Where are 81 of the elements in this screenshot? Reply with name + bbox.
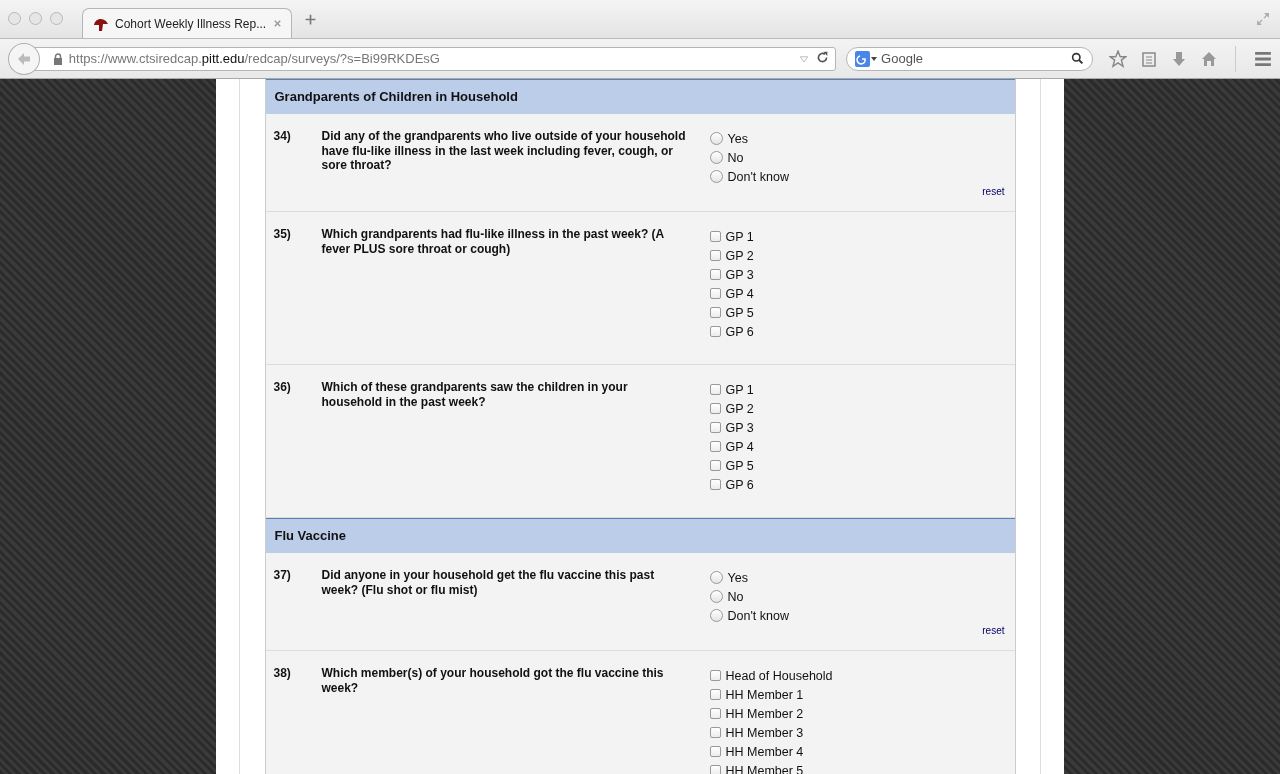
section-header: Flu Vaccine xyxy=(265,518,1015,553)
option-label: No xyxy=(727,150,744,165)
option-label: HH Member 5 xyxy=(725,763,804,774)
checkbox[interactable] xyxy=(709,384,721,395)
question-text: Which of these grandparents saw the children in your household in the past week? xyxy=(321,380,629,411)
option-label: GP 6 xyxy=(725,477,754,492)
search-icon[interactable] xyxy=(1071,52,1084,65)
reset-link[interactable]: reset xyxy=(982,186,1005,197)
radio-button[interactable] xyxy=(709,590,723,603)
checkbox[interactable] xyxy=(709,288,721,299)
checkbox[interactable] xyxy=(709,307,721,318)
option-label: GP 3 xyxy=(725,420,754,435)
checkbox[interactable] xyxy=(709,746,721,757)
question-number: 35) xyxy=(273,227,292,243)
close-window-button[interactable] xyxy=(8,12,21,25)
checkbox[interactable] xyxy=(709,479,721,490)
checkbox[interactable] xyxy=(709,727,721,738)
back-arrow-icon xyxy=(17,52,30,65)
option-label: Don't know xyxy=(727,608,789,623)
checkbox[interactable] xyxy=(709,231,721,242)
reload-icon[interactable] xyxy=(816,50,830,64)
option-label: GP 5 xyxy=(725,305,754,320)
question-number: 38) xyxy=(273,666,292,682)
option-label: Yes xyxy=(727,131,748,146)
option-label: HH Member 2 xyxy=(725,706,804,721)
option-label: GP 2 xyxy=(725,401,754,416)
question-number: 37) xyxy=(273,568,292,584)
checkbox[interactable] xyxy=(709,441,721,452)
radio-button[interactable] xyxy=(709,571,723,584)
radio-button[interactable] xyxy=(709,132,723,145)
question-number: 34) xyxy=(273,129,292,145)
question-text: Which member(s) of your household got the flu vaccine this week? xyxy=(321,666,665,697)
question-text: Which grandparents had flu-like illness in the past week? (A fever PLUS sore throat or cough) xyxy=(321,227,665,258)
browser-tab[interactable]: Cohort Weekly Illness Rep... xyxy=(82,8,292,38)
option-label: GP 3 xyxy=(725,267,754,282)
star-icon[interactable] xyxy=(1109,49,1127,68)
url-text: https://www.ctsiredcap.pitt.edu/redcap/surveys/?s=Bi99RKDEsG xyxy=(68,51,441,66)
section-header: Grandparents of Children in Household xyxy=(265,79,1015,114)
reset-link[interactable]: reset xyxy=(982,625,1005,636)
checkbox[interactable] xyxy=(709,250,721,261)
radio-button[interactable] xyxy=(709,170,723,183)
download-icon[interactable] xyxy=(1171,50,1187,67)
option-label: Don't know xyxy=(727,169,789,184)
checkbox[interactable] xyxy=(709,460,721,471)
question-text: Did anyone in your household get the flu vaccine this past week? (Flu shot or flu mist) xyxy=(321,568,656,599)
clipboard-icon[interactable] xyxy=(1141,50,1157,67)
home-icon[interactable] xyxy=(1201,50,1217,67)
checkbox[interactable] xyxy=(709,326,721,337)
option-label: GP 4 xyxy=(725,439,754,454)
option-label: GP 1 xyxy=(725,382,754,397)
option-label: GP 6 xyxy=(725,324,754,339)
checkbox[interactable] xyxy=(709,670,721,681)
option-label: HH Member 3 xyxy=(725,725,804,740)
question-number: 36) xyxy=(273,380,292,396)
radio-button[interactable] xyxy=(709,151,723,164)
new-tab-icon[interactable] xyxy=(304,13,317,26)
checkbox[interactable] xyxy=(709,403,721,414)
option-label: GP 5 xyxy=(725,458,754,473)
radio-button[interactable] xyxy=(709,609,723,622)
zoom-button[interactable] xyxy=(50,12,63,25)
back-button[interactable] xyxy=(8,42,40,75)
option-label: Head of Household xyxy=(725,668,833,683)
search-field[interactable]: Google xyxy=(846,46,1093,71)
option-label: GP 4 xyxy=(725,286,754,301)
checkbox[interactable] xyxy=(709,765,721,774)
lock-icon xyxy=(52,52,63,65)
option-label: GP 1 xyxy=(725,229,754,244)
checkbox[interactable] xyxy=(709,269,721,280)
checkbox[interactable] xyxy=(709,689,721,700)
checkbox[interactable] xyxy=(709,708,721,719)
option-label: Yes xyxy=(727,570,748,585)
minimize-button[interactable] xyxy=(29,12,42,25)
menu-icon[interactable] xyxy=(1254,49,1272,68)
option-label: GP 2 xyxy=(725,248,754,263)
question-text: Did any of the grandparents who live outside of your household have flu-like illness in the last week including fever, cough, or sore throat? xyxy=(321,129,687,174)
checkbox[interactable] xyxy=(709,422,721,433)
option-label: HH Member 1 xyxy=(725,687,804,702)
search-engine-icon[interactable] xyxy=(855,50,878,67)
option-label: HH Member 4 xyxy=(725,744,804,759)
fullscreen-icon[interactable] xyxy=(1256,12,1270,26)
option-label: No xyxy=(727,589,744,604)
